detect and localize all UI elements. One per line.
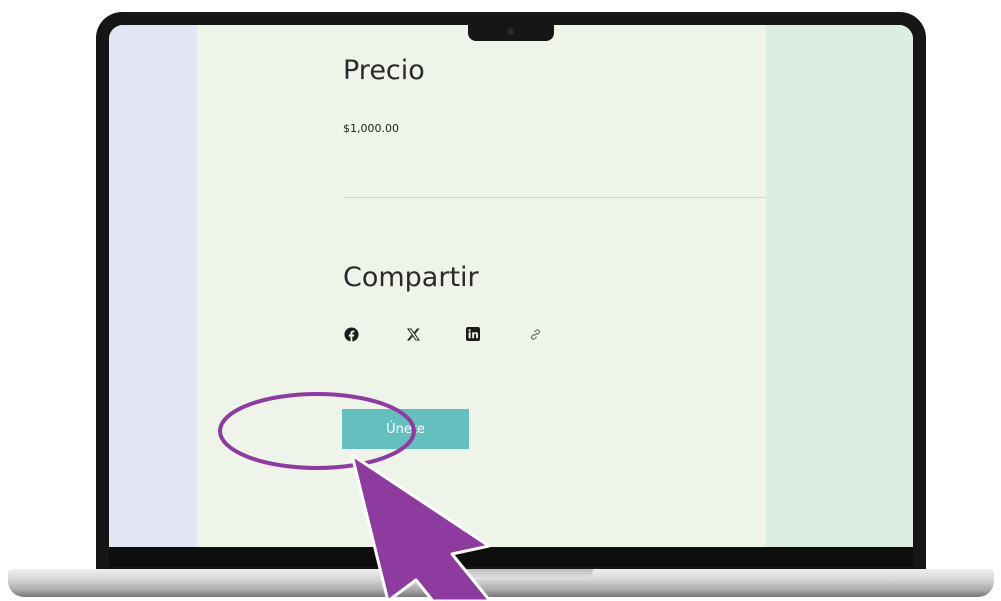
laptop-base bbox=[8, 569, 994, 597]
camera-icon bbox=[507, 28, 514, 35]
price-heading: Precio bbox=[343, 55, 425, 86]
join-button[interactable]: Únete bbox=[342, 409, 469, 449]
link-icon[interactable] bbox=[527, 326, 543, 342]
left-sidebar bbox=[109, 25, 197, 547]
laptop-mockup: Precio $1,000.00 Compartir Únete bbox=[0, 0, 1001, 601]
price-value: $1,000.00 bbox=[343, 122, 399, 135]
camera-notch bbox=[468, 25, 554, 41]
linkedin-icon[interactable] bbox=[465, 326, 481, 342]
laptop-screen: Precio $1,000.00 Compartir Únete bbox=[109, 25, 913, 547]
x-icon[interactable] bbox=[405, 326, 421, 342]
facebook-icon[interactable] bbox=[343, 326, 359, 342]
laptop-base-notch bbox=[423, 569, 593, 579]
divider bbox=[343, 197, 788, 198]
share-heading: Compartir bbox=[343, 262, 479, 293]
main-content: Precio $1,000.00 Compartir Únete bbox=[197, 25, 788, 547]
laptop-chin bbox=[109, 547, 913, 567]
right-sidebar bbox=[766, 25, 913, 547]
